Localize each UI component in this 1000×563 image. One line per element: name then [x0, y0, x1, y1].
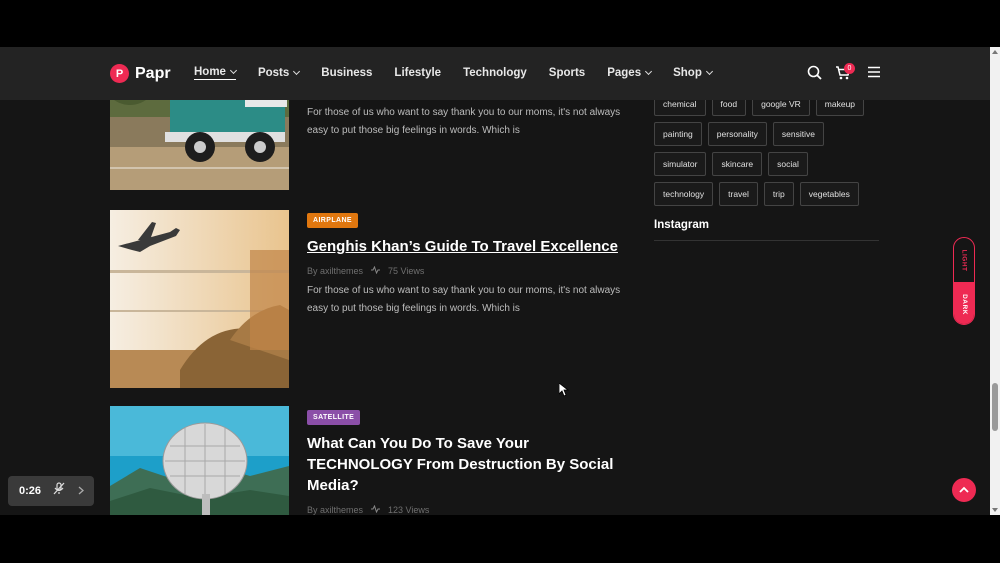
post-views: 123 Views	[388, 505, 430, 515]
scrollbar-thumb[interactable]	[992, 383, 998, 431]
tag-skincare[interactable]: skincare	[712, 152, 763, 176]
post-excerpt: For those of us who want to say thank yo…	[307, 107, 621, 136]
site-header: P Papr Home Posts Business Lifestyle Tec…	[0, 47, 990, 100]
chevron-down-icon	[293, 67, 301, 76]
post-meta: By axilthemes 123 Views	[307, 504, 627, 515]
tag-painting[interactable]: painting	[654, 122, 702, 146]
chevron-down-icon	[229, 66, 237, 75]
mic-muted-icon[interactable]	[53, 482, 65, 500]
logo-mark: P	[110, 64, 129, 83]
browser-viewport: For those of us who want to say thank yo…	[0, 47, 990, 515]
post-views: 75 Views	[388, 266, 425, 276]
activity-icon	[371, 504, 381, 515]
post-content-2: AIRPLANE Genghis Khan’s Guide To Travel …	[307, 209, 627, 318]
chevron-right-icon[interactable]	[78, 482, 85, 500]
tag-row: painting personality sensitive	[654, 122, 894, 146]
post-content-3: SATELLITE What Can You Do To Save Your T…	[307, 406, 627, 515]
mouse-cursor-icon	[558, 382, 570, 402]
tag-row: technology travel trip vegetables	[654, 182, 894, 206]
tag-personality[interactable]: personality	[707, 122, 767, 146]
nav-shop[interactable]: Shop	[673, 66, 713, 80]
video-player-control[interactable]: 0:26	[8, 476, 94, 506]
tag-social[interactable]: social	[768, 152, 808, 176]
tag-vegetables[interactable]: vegetables	[799, 182, 859, 206]
site-logo[interactable]: P Papr	[110, 64, 171, 83]
tag-travel[interactable]: travel	[719, 182, 758, 206]
tag-trip[interactable]: trip	[763, 182, 794, 206]
category-badge[interactable]: AIRPLANE	[307, 213, 358, 228]
tag-row: simulator skincare social	[654, 152, 894, 176]
video-time: 0:26	[19, 485, 42, 497]
category-badge[interactable]: SATELLITE	[307, 410, 361, 425]
nav-technology[interactable]: Technology	[463, 66, 527, 80]
post-meta: By axilthemes 75 Views	[307, 265, 627, 276]
post-excerpt: For those of us who want to say thank yo…	[307, 285, 621, 314]
tag-sensitive[interactable]: sensitive	[772, 122, 824, 146]
post-thumbnail-satellite[interactable]	[110, 406, 289, 515]
post-author[interactable]: By axilthemes	[307, 505, 363, 515]
tag-cloud: chemical food google VR makeup painting …	[654, 92, 894, 212]
instagram-widget-title: Instagram	[654, 219, 709, 231]
post-content-1: For those of us who want to say thank yo…	[307, 104, 627, 140]
search-icon[interactable]	[807, 65, 823, 86]
post-title[interactable]: Genghis Khan’s Guide To Travel Excellenc…	[307, 236, 627, 257]
activity-icon	[371, 265, 381, 276]
nav-sports[interactable]: Sports	[549, 66, 585, 80]
tag-simulator[interactable]: simulator	[654, 152, 707, 176]
chevron-up-icon	[959, 486, 969, 493]
post-title[interactable]: What Can You Do To Save Your TECHNOLOGY …	[307, 433, 627, 496]
scroll-up-arrow-icon[interactable]	[992, 50, 998, 54]
tag-technology[interactable]: technology	[654, 182, 714, 206]
nav-business[interactable]: Business	[321, 66, 372, 80]
chevron-down-icon	[645, 67, 653, 76]
post-thumbnail-airplane[interactable]	[110, 210, 289, 388]
page-scrollbar[interactable]	[990, 47, 1000, 515]
scroll-down-arrow-icon[interactable]	[992, 508, 998, 512]
back-to-top-button[interactable]	[952, 478, 976, 502]
logo-text: Papr	[135, 64, 171, 82]
chevron-down-icon	[705, 67, 713, 76]
cart-count-badge: 0	[844, 63, 855, 74]
nav-home[interactable]: Home	[194, 66, 237, 80]
widget-divider	[654, 240, 879, 241]
nav-pages[interactable]: Pages	[607, 66, 653, 80]
dark-mode-option[interactable]: DARK	[954, 282, 974, 324]
nav-posts[interactable]: Posts	[258, 66, 301, 80]
post-author[interactable]: By axilthemes	[307, 266, 363, 276]
light-mode-option[interactable]: LIGHT	[954, 238, 974, 282]
nav-lifestyle[interactable]: Lifestyle	[394, 66, 441, 80]
screen: For those of us who want to say thank yo…	[0, 0, 1000, 563]
theme-toggle[interactable]: LIGHT DARK	[953, 237, 975, 325]
main-nav: Home Posts Business Lifestyle Technology…	[194, 66, 734, 80]
menu-icon[interactable]	[867, 65, 881, 84]
